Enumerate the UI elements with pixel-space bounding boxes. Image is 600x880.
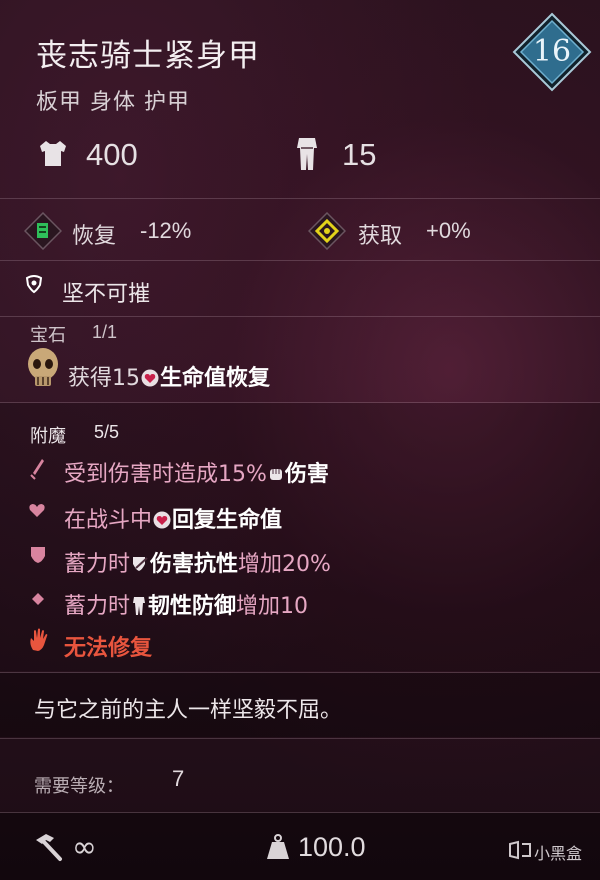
weight-value: 100.0: [298, 832, 366, 862]
shield-trait-icon: [24, 274, 44, 299]
enchant-header: 附魔: [30, 426, 66, 447]
gem-count: 1/1: [92, 322, 118, 342]
item-type: 板甲 身体 护甲: [36, 90, 190, 115]
enchant-line-3-bold: 伤害抗性: [150, 552, 239, 577]
recovery-label: 恢复: [72, 224, 117, 249]
gain-value: +0%: [426, 218, 471, 243]
requirement-label: 需要等级：: [34, 776, 124, 797]
skull-gem-icon: [24, 346, 62, 395]
gain-icon: [307, 211, 347, 255]
enchant-line-4-suffix: 增加10: [236, 594, 309, 619]
enchant-line-4: 蓄力时 韧性防御增加10: [64, 588, 308, 620]
recovery-value: -12%: [140, 218, 192, 243]
trait-label: 坚不可摧: [62, 282, 151, 307]
enchant-line-1-bold: 伤害: [284, 462, 329, 487]
gem-effect: 获得15 生命值恢复: [68, 360, 270, 392]
requirement-value: 7: [172, 766, 185, 791]
armor-value: 400: [86, 137, 138, 172]
flavor-text: 与它之前的主人一样坚毅不屈。: [34, 698, 343, 723]
divider: [0, 260, 600, 261]
divider: [0, 198, 600, 199]
enchant-line-3-prefix: 蓄力时: [64, 552, 131, 577]
fist-icon: [267, 462, 285, 487]
heart-enchant-icon: [28, 502, 46, 523]
weight-stat-icon: [290, 136, 324, 177]
item-tooltip: 丧志骑士紧身甲 板甲 身体 护甲 16 400 15 恢复 -12% 获取 +0…: [0, 0, 600, 880]
enchant-line-2-prefix: 在战斗中: [64, 508, 153, 533]
durability-value: ∞: [72, 830, 97, 865]
sword-enchant-icon: [30, 458, 46, 485]
heal-icon: [152, 508, 172, 533]
recovery-icon: [23, 211, 63, 255]
heart-icon: [140, 366, 160, 391]
level-value: 16: [532, 34, 572, 69]
gem-header: 宝石: [30, 325, 66, 346]
divider: [0, 316, 600, 317]
diamond-enchant-icon: [32, 592, 44, 610]
enchant-line-2-bold: 回复生命值: [172, 508, 283, 533]
gem-effect-bold: 生命值恢复: [160, 366, 271, 391]
hammer-icon: [32, 832, 64, 867]
watermark-logo-icon: [508, 840, 532, 865]
enchant-count: 5/5: [94, 422, 120, 442]
enchant-line-1-prefix: 受到伤害时造成15%: [64, 462, 267, 487]
enchant-line-3-suffix: 增加20%: [238, 552, 331, 577]
enchant-line-3: 蓄力时 伤害抗性增加20%: [64, 546, 331, 578]
gem-effect-prefix: 获得15: [68, 366, 140, 391]
level-badge: 16: [512, 12, 592, 92]
weight-icon: [266, 834, 290, 865]
enchant-line-4-prefix: 蓄力时: [64, 594, 131, 619]
enchant-line-2: 在战斗中 回复生命值: [64, 502, 282, 534]
shield-enchant-icon: [30, 546, 46, 569]
curse-text: 无法修复: [64, 636, 153, 661]
armor-icon: [36, 138, 70, 173]
toughness-icon: [130, 594, 148, 619]
enchant-line-4-bold: 韧性防御: [148, 594, 237, 619]
resist-icon: [130, 552, 150, 577]
enchant-line-1: 受到伤害时造成15% 伤害: [64, 456, 329, 488]
gain-label: 获取: [358, 224, 403, 249]
weight-stat-value: 15: [342, 137, 377, 172]
watermark-text: 小黑盒: [534, 844, 583, 863]
red-hand-icon: [28, 628, 50, 657]
item-name: 丧志骑士紧身甲: [36, 38, 260, 74]
divider: [0, 738, 600, 739]
